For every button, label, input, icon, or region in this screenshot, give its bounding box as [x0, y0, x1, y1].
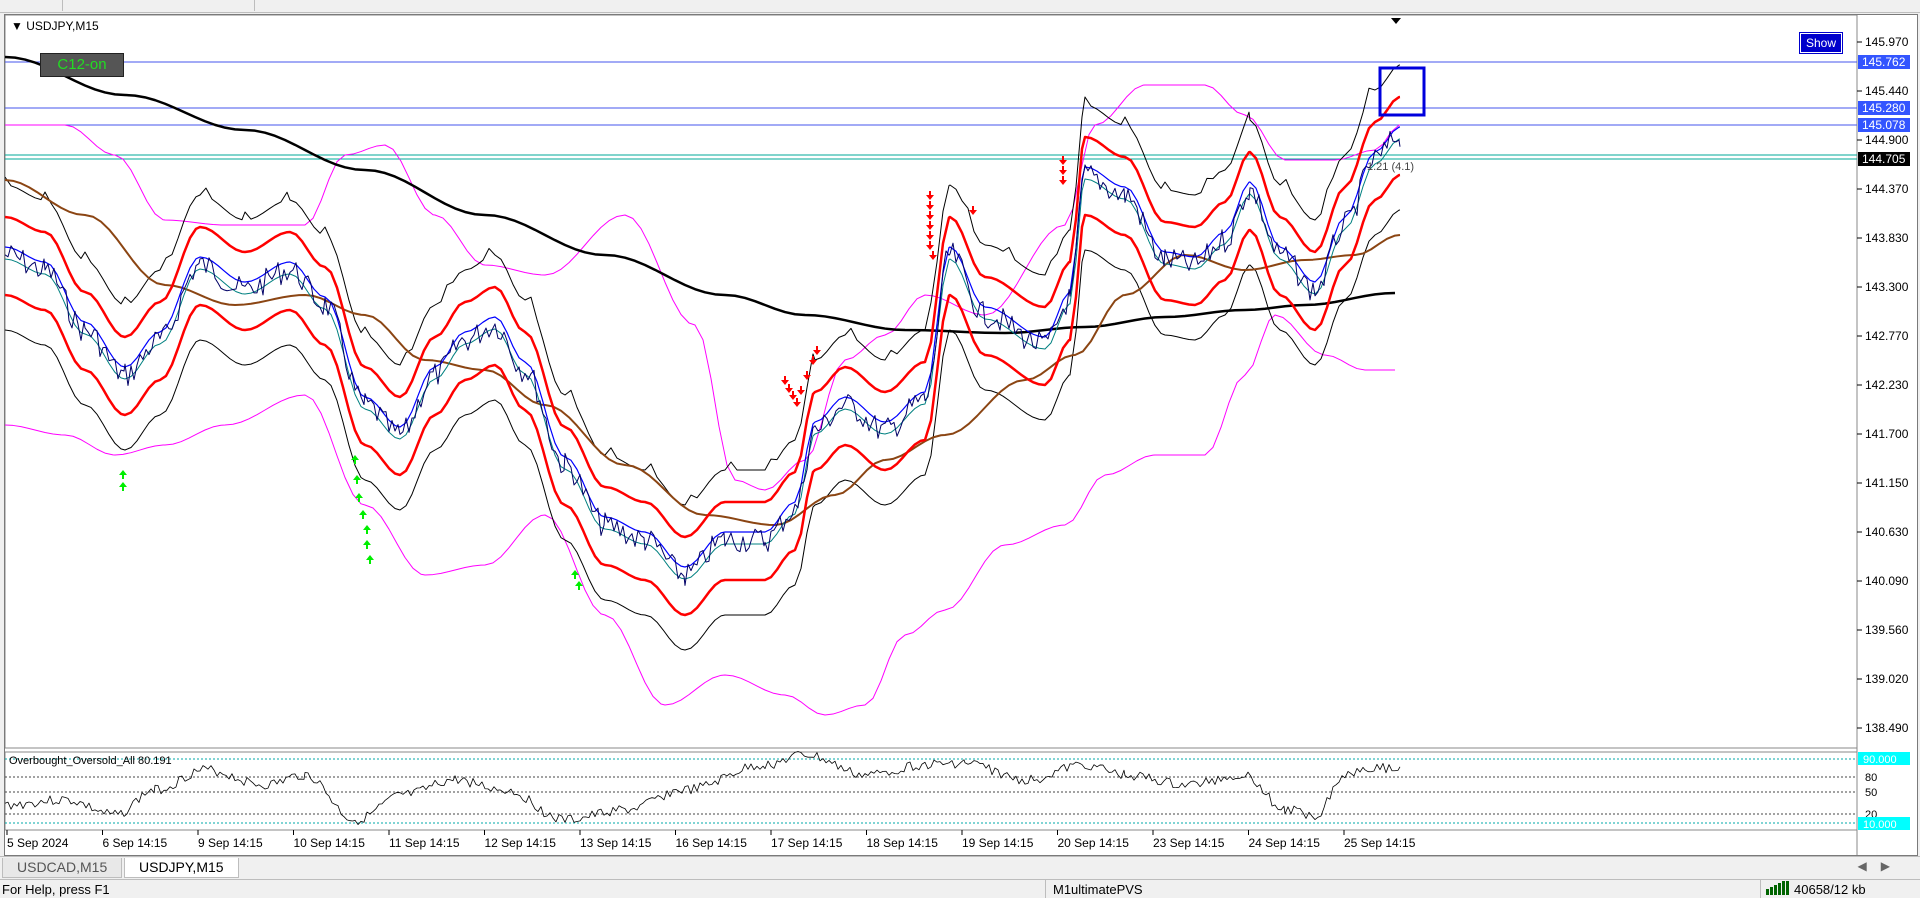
date-tick-label: 23 Sep 14:15 — [1153, 836, 1225, 850]
date-tick-label: 9 Sep 14:15 — [198, 836, 263, 850]
buy-arrow-icon — [355, 493, 363, 502]
timeframe-toolbar-left[interactable] — [0, 0, 63, 11]
sell-arrow-icon — [793, 398, 801, 407]
date-tick-label: 19 Sep 14:15 — [962, 836, 1034, 850]
sell-arrow-icon — [781, 376, 789, 385]
price-tick-label: 144.900 — [1865, 133, 1909, 147]
sell-arrow-icon — [926, 211, 934, 220]
buy-arrow-icon — [119, 482, 127, 491]
fibonacci-label: 1.21 (4.1) — [1367, 161, 1414, 173]
price-tick-label: 145.440 — [1865, 84, 1909, 98]
osc-bottom-tag-label: 10.000 — [1863, 819, 1897, 831]
sell-arrow-icon — [789, 391, 797, 400]
sell-arrow-icon — [929, 251, 937, 260]
buy-arrow-icon — [353, 475, 361, 484]
price-tick-label: 141.700 — [1865, 427, 1909, 441]
timeframe-toolbar-right[interactable] — [62, 0, 255, 11]
date-tick-label: 6 Sep 14:15 — [103, 836, 168, 850]
price-tick-label: 139.020 — [1865, 672, 1909, 686]
red-envelope-lower — [5, 173, 1401, 617]
date-tick-label: 17 Sep 14:15 — [771, 836, 843, 850]
symbol-text: USDJPY,M15 — [26, 19, 99, 33]
date-tick-label: 25 Sep 14:15 — [1344, 836, 1416, 850]
sell-arrow-icon — [926, 221, 934, 230]
date-tick-label: 12 Sep 14:15 — [485, 836, 557, 850]
show-button[interactable]: Show — [1799, 32, 1843, 54]
moving-average-blue — [5, 126, 1401, 568]
shift-marker-icon[interactable] — [1391, 18, 1401, 24]
price-tick-label: 143.300 — [1865, 280, 1909, 294]
tab-usdcad[interactable]: USDCAD,M15 — [2, 858, 123, 878]
date-tick-label: 11 Sep 14:15 — [389, 836, 460, 850]
sell-arrow-icon — [785, 384, 793, 393]
osc-level-label: 50 — [1865, 787, 1877, 799]
osc-top-tag-label: 90.000 — [1863, 754, 1897, 766]
symbol-label: ▼ USDJPY,M15 — [11, 19, 99, 33]
buy-arrow-icon — [366, 555, 374, 564]
price-tick-label: 145.970 — [1865, 35, 1909, 49]
price-tag-label: 145.762 — [1862, 55, 1906, 69]
sell-arrow-icon — [926, 191, 934, 200]
scroll-left-icon[interactable]: ◀ — [1858, 859, 1881, 873]
profile-name: M1ultimatePVS — [1053, 882, 1143, 897]
scroll-right-icon[interactable]: ▶ — [1881, 859, 1904, 873]
sell-arrow-icon — [1059, 156, 1067, 165]
oscillator-label: Overbought_Oversold_All 80.191 — [9, 755, 172, 767]
chart-tab-bar: USDCAD,M15 USDJPY,M15 ◀▶ — [0, 856, 1920, 879]
sell-arrow-icon — [797, 386, 805, 395]
traffic-readout: 40658/12 kb — [1794, 882, 1866, 897]
status-bar: For Help, press F1 M1ultimatePVS 40658/1… — [0, 879, 1920, 898]
date-tick-label: 18 Sep 14:15 — [867, 836, 939, 850]
red-envelope-upper — [5, 95, 1401, 539]
help-text: For Help, press F1 — [2, 882, 110, 897]
price-tick-label: 141.150 — [1865, 476, 1909, 490]
moving-average-200 — [5, 55, 1396, 335]
collapse-triangle-icon[interactable]: ▼ — [11, 19, 26, 33]
c12-toggle-button[interactable]: C12-on — [40, 53, 124, 77]
oscillator-frame — [5, 751, 1858, 831]
bollinger-upper — [5, 64, 1401, 506]
sell-arrow-icon — [926, 241, 934, 250]
buy-arrow-icon — [363, 525, 371, 534]
date-tick-label: 5 Sep 2024 — [7, 836, 69, 850]
price-tick-label: 143.830 — [1865, 231, 1909, 245]
chart-canvas[interactable]: 145.970 145.440 144.900 144.370 143.830 143.3… — [5, 15, 1917, 855]
sell-arrow-icon — [1059, 166, 1067, 175]
connection-bars-icon — [1766, 881, 1790, 898]
date-tick-label: 13 Sep 14:15 — [580, 836, 652, 850]
price-tag-label: 145.078 — [1862, 118, 1906, 132]
price-candles — [5, 130, 1401, 586]
sell-arrow-icon — [813, 346, 821, 355]
sell-arrow-icon — [969, 206, 977, 215]
price-tag-label: 144.705 — [1862, 152, 1906, 166]
osc-level-label: 80 — [1865, 772, 1877, 784]
date-tick-label: 24 Sep 14:15 — [1249, 836, 1321, 850]
sell-arrow-icon — [926, 201, 934, 210]
price-tick-label: 144.370 — [1865, 182, 1909, 196]
toolbar-strip — [0, 0, 1920, 13]
price-tick-label: 140.090 — [1865, 574, 1909, 588]
date-tick-label: 20 Sep 14:15 — [1058, 836, 1130, 850]
sell-arrow-icon — [926, 231, 934, 240]
buy-arrow-icon — [119, 470, 127, 479]
sell-arrow-icon — [809, 356, 817, 365]
moving-average-teal — [5, 138, 1401, 580]
tab-scroll-arrows[interactable]: ◀▶ — [1858, 859, 1904, 873]
price-tag-label: 145.280 — [1862, 101, 1906, 115]
buy-arrow-icon — [363, 540, 371, 549]
chart-window[interactable]: 145.970 145.440 144.900 144.370 143.830 143.3… — [4, 14, 1918, 856]
buy-arrow-icon — [359, 510, 367, 519]
date-tick-label: 10 Sep 14:15 — [294, 836, 366, 850]
tab-usdjpy[interactable]: USDJPY,M15 — [124, 858, 239, 878]
price-tick-label: 138.490 — [1865, 721, 1909, 735]
price-tick-label: 139.560 — [1865, 623, 1909, 637]
outer-band-upper — [5, 84, 1401, 491]
date-tick-label: 16 Sep 14:15 — [676, 836, 748, 850]
sell-arrow-icon — [1059, 176, 1067, 185]
price-tick-label: 142.770 — [1865, 329, 1909, 343]
price-tick-label: 142.230 — [1865, 378, 1909, 392]
price-tick-label: 140.630 — [1865, 525, 1909, 539]
